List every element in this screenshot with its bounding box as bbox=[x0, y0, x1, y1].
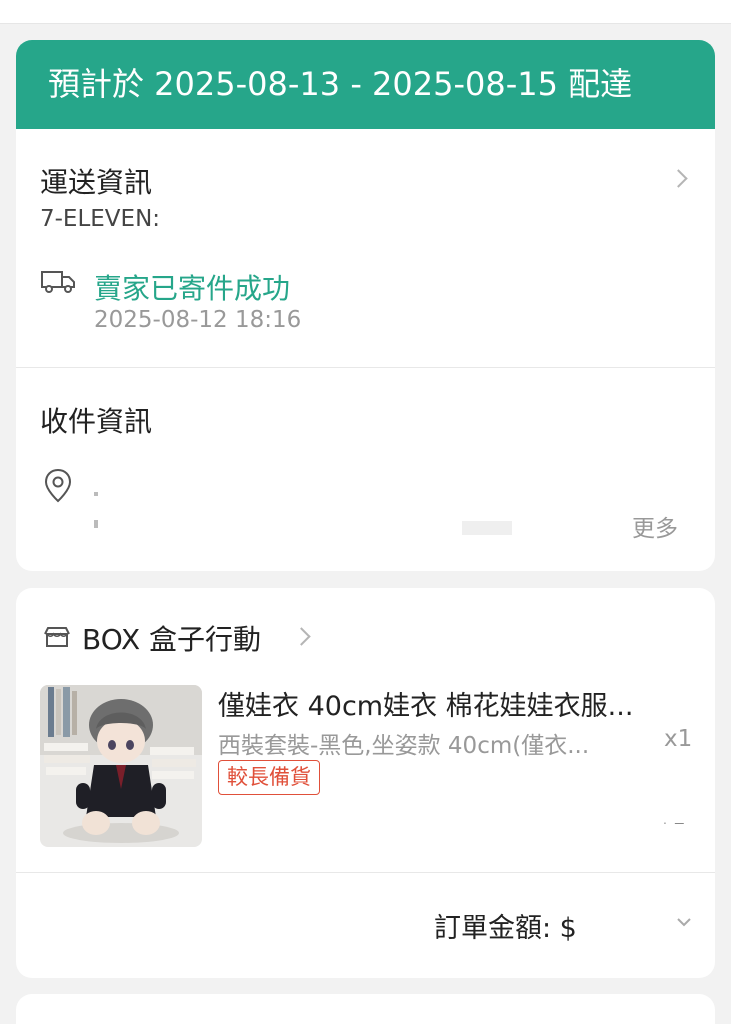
redacted-text bbox=[94, 520, 98, 528]
redacted-text bbox=[462, 521, 512, 535]
chevron-right-icon[interactable] bbox=[669, 169, 688, 188]
redacted-text bbox=[94, 492, 98, 496]
long-preparation-tag: 較長備貨 bbox=[218, 760, 320, 795]
shipping-status-time: 2025-08-12 18:16 bbox=[94, 307, 302, 333]
chevron-down-icon[interactable] bbox=[676, 916, 692, 928]
shipping-status: 賣家已寄件成功 bbox=[94, 272, 291, 305]
redacted-text bbox=[616, 910, 671, 934]
product-variant: 西裝套裝-黑色,坐姿款 40cm(僅衣... bbox=[218, 733, 590, 759]
truck-icon bbox=[41, 271, 75, 293]
recipient-info-title: 收件資訊 bbox=[40, 405, 153, 438]
delivery-estimate-banner: 預計於 2025-08-13 - 2025-08-15 配達 bbox=[16, 40, 715, 129]
shipping-info-title[interactable]: 運送資訊 bbox=[40, 161, 152, 201]
divider bbox=[16, 367, 715, 368]
doll-photo bbox=[40, 685, 202, 847]
top-bar bbox=[0, 0, 731, 24]
shop-name[interactable]: BOX 盒子行動 bbox=[82, 618, 261, 658]
order-card: BOX 盒子行動 僅娃衣 40cm娃衣 棉花娃娃衣服... 西裝套裝-黑色,坐姿… bbox=[16, 588, 715, 978]
more-link[interactable]: 更多 bbox=[632, 509, 678, 543]
divider bbox=[16, 872, 715, 873]
chevron-right-icon[interactable] bbox=[292, 627, 311, 646]
product-image[interactable] bbox=[40, 685, 202, 847]
order-total: 訂單金額: $ bbox=[434, 913, 577, 944]
location-pin-icon bbox=[44, 468, 72, 503]
next-card bbox=[16, 994, 715, 1024]
shipping-card: 預計於 2025-08-13 - 2025-08-15 配達 運送資訊 7-EL… bbox=[16, 40, 715, 571]
redacted-text bbox=[582, 824, 687, 846]
product-quantity: x1 bbox=[664, 726, 693, 752]
store-icon bbox=[44, 627, 70, 647]
carrier-name: 7-ELEVEN: bbox=[40, 206, 161, 232]
product-title[interactable]: 僅娃衣 40cm娃衣 棉花娃娃衣服... bbox=[218, 684, 633, 723]
